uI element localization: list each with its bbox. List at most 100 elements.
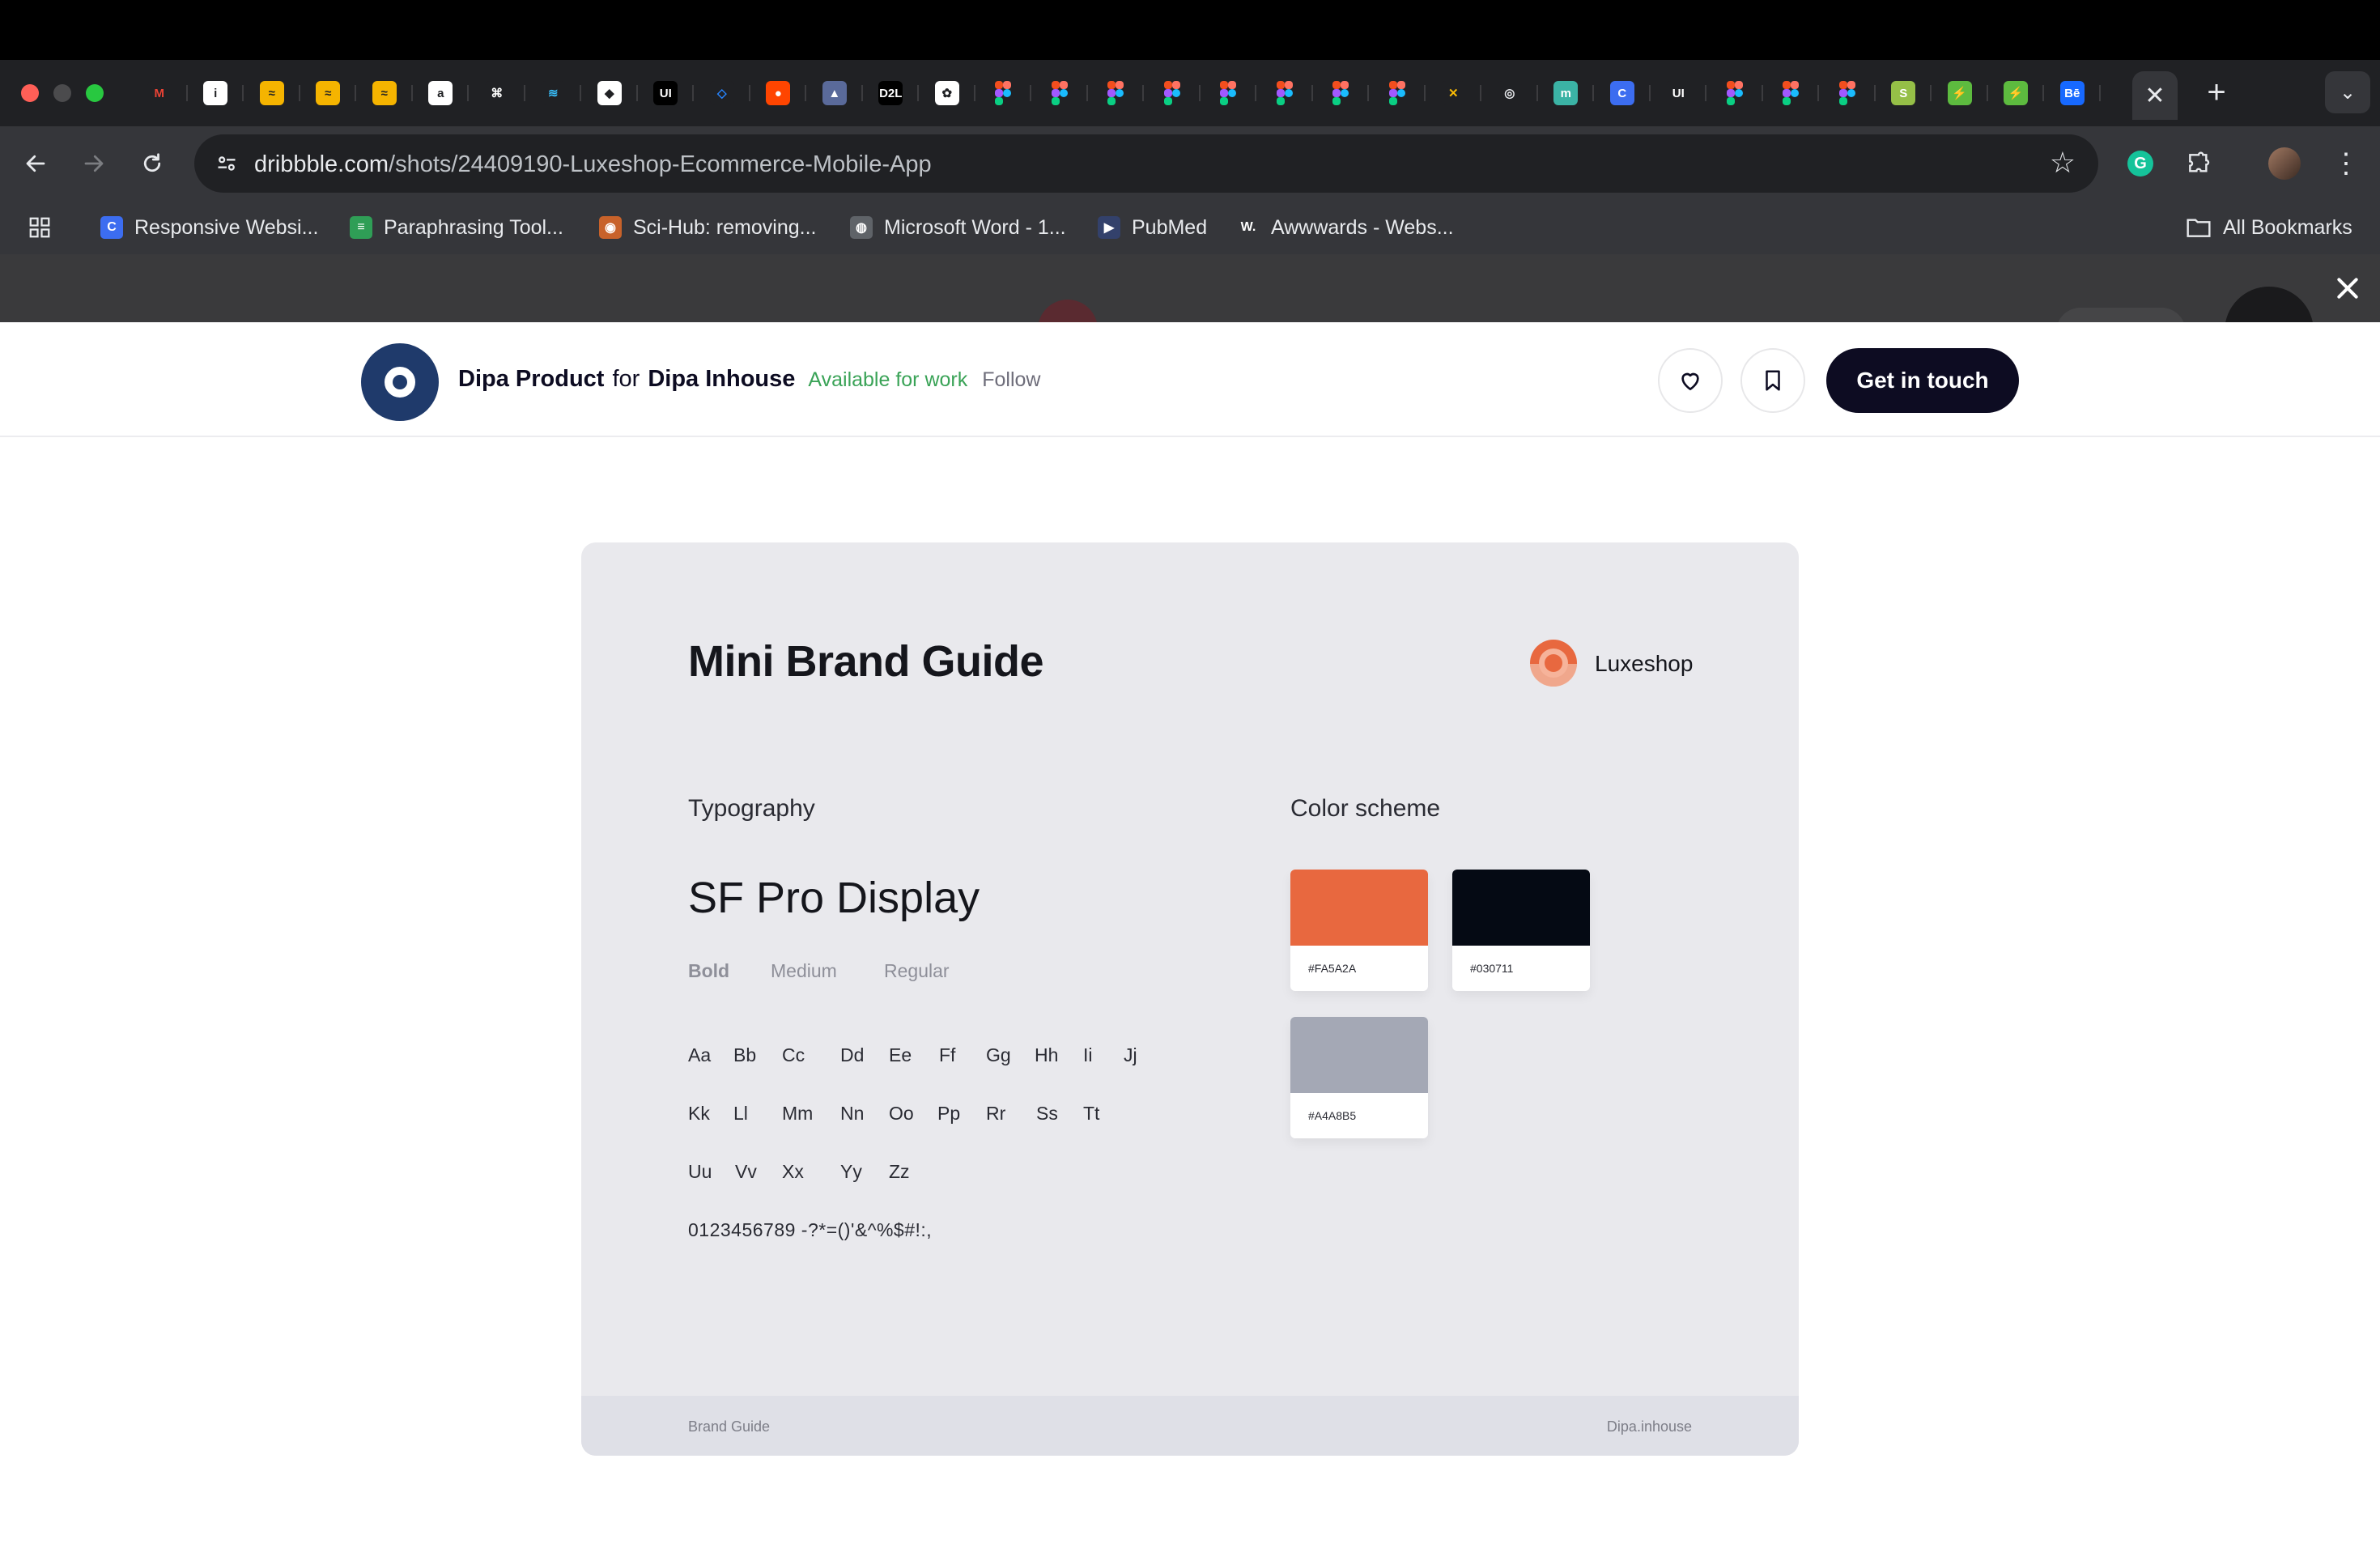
- tab-figma-6[interactable]: [1256, 74, 1313, 112]
- color-swatch: #A4A8B5: [1290, 1017, 1428, 1138]
- site-settings-icon[interactable]: [210, 147, 243, 180]
- figma-shape: [1051, 89, 1060, 97]
- figma-shape: [1791, 81, 1800, 89]
- glyph-sample: Mm: [782, 1103, 814, 1124]
- figma-shape: [1332, 97, 1341, 105]
- window-minimize-button[interactable]: [53, 84, 71, 102]
- d2l-icon: D2L: [878, 81, 903, 105]
- tab-codesandbox[interactable]: ◆: [581, 74, 638, 112]
- get-in-touch-button[interactable]: Get in touch: [1826, 348, 2019, 413]
- tab-figma-2[interactable]: [1031, 74, 1088, 112]
- figma-shape: [1276, 89, 1285, 97]
- tab-green-2[interactable]: ⚡: [1988, 74, 2045, 112]
- more-menu-icon[interactable]: ⋮: [2327, 144, 2365, 183]
- bookmark-item[interactable]: W. Awwwards - Webs...: [1237, 214, 1454, 241]
- tab-figma-1[interactable]: [975, 74, 1032, 112]
- profile-avatar[interactable]: [2265, 144, 2304, 183]
- tab-shopify[interactable]: S: [1876, 74, 1932, 112]
- tab-behance[interactable]: Bē: [2044, 74, 2101, 112]
- reload-button[interactable]: [133, 144, 172, 183]
- tab-amazon[interactable]: a: [413, 74, 470, 112]
- tab-info[interactable]: i: [188, 74, 244, 112]
- tab-figma-4[interactable]: [1144, 74, 1201, 112]
- all-bookmarks-button[interactable]: All Bookmarks: [2186, 214, 2352, 241]
- forward-button[interactable]: [74, 144, 113, 183]
- tab-multicolor[interactable]: ✕: [1426, 74, 1482, 112]
- author-avatar[interactable]: [361, 343, 439, 421]
- figma-shape: [1783, 81, 1791, 89]
- figma-shape: [1847, 89, 1855, 97]
- tab-openai[interactable]: ✿: [919, 74, 975, 112]
- like-button[interactable]: [1658, 348, 1723, 413]
- window-close-button[interactable]: [21, 84, 39, 102]
- bookmark-item[interactable]: ◍ Microsoft Word - 1...: [850, 214, 1066, 241]
- figma-shape: [1388, 81, 1397, 89]
- figma-shape: [1847, 81, 1855, 89]
- tab-reddit[interactable]: ●: [750, 74, 807, 112]
- tab-image[interactable]: ▲: [806, 74, 863, 112]
- figma-shape: [995, 97, 1004, 105]
- weight-regular: Regular: [884, 960, 950, 981]
- tab-figma-3[interactable]: [1088, 74, 1145, 112]
- tab-chatgpt-like[interactable]: ⌘: [469, 74, 525, 112]
- bookmark-item[interactable]: ▶ PubMed: [1098, 214, 1207, 241]
- tab-figma-11[interactable]: [1819, 74, 1876, 112]
- bookmark-label: Microsoft Word - 1...: [884, 215, 1066, 239]
- figma-5-icon: [1220, 81, 1237, 105]
- new-tab-button[interactable]: +: [2199, 74, 2234, 110]
- glyph-sample: Rr: [986, 1103, 1006, 1124]
- info-icon: i: [203, 81, 228, 105]
- tab-search-button[interactable]: ⌄: [2325, 71, 2370, 113]
- bookmark-item[interactable]: ≡ Paraphrasing Tool...: [350, 214, 563, 241]
- follow-button[interactable]: Follow: [982, 368, 1040, 392]
- figma-6-icon: [1276, 81, 1293, 105]
- bookmark-icon: [1766, 370, 1780, 391]
- apps-grid-icon[interactable]: [28, 214, 52, 241]
- tab-gmail[interactable]: M: [131, 74, 188, 112]
- extensions-icon[interactable]: [2179, 144, 2218, 183]
- chevron-down-icon: ⌄: [2339, 81, 2357, 104]
- chatgpt-like-icon: ⌘: [484, 81, 509, 105]
- tab-green-1[interactable]: ⚡: [1932, 74, 1988, 112]
- tab-figma-5[interactable]: [1201, 74, 1257, 112]
- tab-jira[interactable]: ◇: [694, 74, 750, 112]
- save-button[interactable]: [1740, 348, 1805, 413]
- active-tab[interactable]: ✕: [2132, 71, 2178, 120]
- tab-uiverse[interactable]: UI: [638, 74, 695, 112]
- availability-status[interactable]: Available for work: [808, 368, 967, 392]
- tab-tailwind[interactable]: ≋: [525, 74, 582, 112]
- tab-d2l[interactable]: D2L: [863, 74, 920, 112]
- close-icon[interactable]: ✕: [2144, 82, 2165, 110]
- tab-ui-2[interactable]: UI: [1651, 74, 1707, 112]
- tab-figma-10[interactable]: [1763, 74, 1820, 112]
- url-text: dribbble.com/shots/24409190-Luxeshop-Eco…: [254, 151, 932, 178]
- green-1-icon: ⚡: [1947, 81, 1972, 105]
- tab-paraphrase-3[interactable]: ≈: [356, 74, 413, 112]
- team-name-link[interactable]: Dipa Inhouse: [648, 366, 795, 393]
- figma-shape: [1332, 89, 1341, 97]
- grammarly-extension-icon[interactable]: G: [2121, 144, 2160, 183]
- glyph-sample: Bb: [733, 1044, 757, 1065]
- bookmark-item[interactable]: C Responsive Websi...: [100, 214, 318, 241]
- tab-canva[interactable]: C: [1594, 74, 1651, 112]
- tab-paraphrase-2[interactable]: ≈: [300, 74, 357, 112]
- tab-figma-9[interactable]: [1706, 74, 1763, 112]
- bookmark-item[interactable]: ◉ Sci-Hub: removing...: [599, 214, 816, 241]
- window-zoom-button[interactable]: [86, 84, 104, 102]
- bookmark-star-icon[interactable]: ☆: [2050, 146, 2076, 180]
- color-scheme-heading: Color scheme: [1290, 795, 1441, 822]
- address-bar[interactable]: dribbble.com/shots/24409190-Luxeshop-Eco…: [194, 134, 2098, 193]
- back-button[interactable]: [16, 144, 55, 183]
- close-modal-button[interactable]: [2330, 270, 2365, 306]
- figma-shape: [1341, 81, 1349, 89]
- page-backdrop[interactable]: [0, 254, 2380, 322]
- tab-paraphrase-1[interactable]: ≈: [244, 74, 300, 112]
- author-name-link[interactable]: Dipa Product: [458, 366, 604, 393]
- chrome-icon: ◎: [1497, 81, 1522, 105]
- tab-figma-8[interactable]: [1369, 74, 1426, 112]
- tab-teal[interactable]: m: [1538, 74, 1595, 112]
- tab-chrome[interactable]: ◎: [1481, 74, 1538, 112]
- bookmark-label: Paraphrasing Tool...: [384, 215, 563, 239]
- tab-figma-7[interactable]: [1313, 74, 1370, 112]
- figma-shape: [995, 89, 1004, 97]
